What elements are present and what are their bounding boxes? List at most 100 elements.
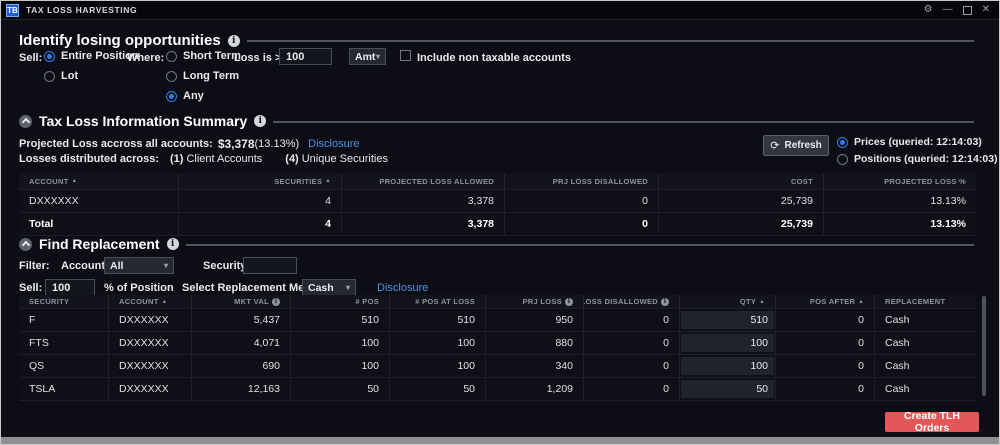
- col-header-security[interactable]: SECURITY: [19, 295, 109, 308]
- select-value: Cash: [308, 282, 334, 294]
- section-title: Identify losing opportunities: [19, 32, 221, 49]
- qty-input[interactable]: 50: [681, 380, 774, 398]
- security-input[interactable]: [243, 257, 297, 274]
- cell-prj-loss-disallowed: 0: [505, 213, 659, 235]
- cell-securities: 4: [179, 213, 342, 235]
- qty-input[interactable]: 510: [681, 311, 774, 329]
- cell-cost: 25,739: [659, 190, 824, 212]
- info-icon[interactable]: i: [167, 238, 179, 250]
- positions-queried-radio[interactable]: Positions (queried: 12:14:03): [837, 153, 998, 165]
- col-header-prj-loss-disallowed[interactable]: PRJ LOSS DISALLOWED i: [584, 295, 680, 308]
- prices-queried-radio[interactable]: Prices (queried: 12:14:03): [837, 136, 982, 148]
- col-header-account[interactable]: ACCOUNT ▲: [109, 295, 192, 308]
- section-divider: [247, 40, 974, 42]
- col-header-pos[interactable]: # POS: [291, 295, 390, 308]
- col-header-label: SECURITY: [29, 297, 69, 306]
- radio-label: Positions (queried: 12:14:03): [854, 153, 998, 165]
- col-header-label: PRJ LOSS: [523, 297, 563, 306]
- info-icon: i: [565, 298, 573, 306]
- radio-icon: [166, 51, 177, 62]
- info-icon[interactable]: i: [254, 115, 266, 127]
- sell-label: Sell:: [19, 52, 42, 64]
- chevron-down-icon: ▾: [376, 52, 380, 61]
- replacement-section-header: Find Replacement i: [19, 236, 974, 252]
- sell-pct-label: Sell:: [19, 282, 42, 294]
- where-label: Where:: [127, 52, 164, 64]
- window-controls: ⚙ — ✕: [924, 5, 994, 15]
- summary-table: ACCOUNT ▲ SECURITIES ▲ PROJECTED LOSS AL…: [19, 173, 976, 236]
- col-header-prj-loss-disallowed[interactable]: PRJ LOSS DISALLOWED: [505, 173, 659, 189]
- radio-label: Any: [183, 90, 204, 102]
- client-accounts-label: Client Accounts: [186, 153, 262, 165]
- cell-cost: 25,739: [659, 213, 824, 235]
- radio-icon: [44, 71, 55, 82]
- radio-icon: [837, 137, 848, 148]
- projected-loss-value: $3,378: [218, 137, 255, 151]
- window-bottom-edge: [1, 437, 999, 444]
- col-header-prj-loss[interactable]: PRJ LOSS i: [486, 295, 584, 308]
- table-row[interactable]: QS DXXXXXX 690 100 100 340 0 100 0 Cash: [19, 355, 976, 378]
- loss-threshold-input[interactable]: [279, 48, 332, 65]
- col-header-label: MKT VAL: [234, 297, 269, 306]
- table-row[interactable]: FTS DXXXXXX 4,071 100 100 880 0 100 0 Ca…: [19, 332, 976, 355]
- cell-total-label: Total: [19, 213, 179, 235]
- col-header-projected-loss-allowed[interactable]: PROJECTED LOSS ALLOWED: [342, 173, 505, 189]
- summary-section-header: Tax Loss Information Summary i: [19, 113, 974, 129]
- where-short-term-radio[interactable]: Short Term: [166, 50, 241, 62]
- sort-asc-icon: ▲: [858, 299, 864, 305]
- col-header-pos-at-loss[interactable]: # POS AT LOSS: [390, 295, 486, 308]
- table-scrollbar[interactable]: [982, 296, 986, 396]
- maximize-icon[interactable]: [963, 6, 972, 15]
- refresh-button[interactable]: ⟳ Refresh: [763, 135, 829, 156]
- replacement-method-select[interactable]: Cash ▾: [302, 279, 356, 296]
- cell-pos-after: 0: [776, 332, 875, 354]
- qty-cell[interactable]: 50: [680, 378, 776, 400]
- where-any-radio[interactable]: Any: [166, 90, 204, 102]
- minimize-icon[interactable]: —: [943, 5, 953, 15]
- col-header-label: QTY: [740, 297, 756, 306]
- sell-pct-input[interactable]: [45, 279, 95, 296]
- qty-input[interactable]: 100: [681, 334, 774, 352]
- disclosure-link[interactable]: Disclosure: [308, 138, 359, 150]
- col-header-label: POS AFTER: [810, 297, 855, 306]
- col-header-replacement[interactable]: REPLACEMENT: [875, 295, 976, 308]
- filter-label: Filter:: [19, 260, 50, 272]
- include-non-taxable-checkbox[interactable]: [400, 50, 411, 61]
- loss-unit-select[interactable]: Amt ▾: [349, 48, 386, 65]
- cell-pos-at-loss: 50: [390, 378, 486, 400]
- qty-cell[interactable]: 100: [680, 355, 776, 377]
- cell-pos: 100: [291, 355, 390, 377]
- info-icon[interactable]: i: [228, 35, 240, 47]
- cell-pos-at-loss: 510: [390, 309, 486, 331]
- settings-icon[interactable]: ⚙: [924, 5, 933, 15]
- table-row[interactable]: DXXXXXX 4 3,378 0 25,739 13.13%: [19, 190, 976, 213]
- collapse-icon[interactable]: [19, 115, 32, 128]
- col-header-mkt-val[interactable]: MKT VAL i: [192, 295, 291, 308]
- create-tlh-orders-button[interactable]: Create TLH Orders: [885, 412, 979, 432]
- col-header-label: # POS AT LOSS: [415, 297, 475, 306]
- where-long-term-radio[interactable]: Long Term: [166, 70, 239, 82]
- sort-asc-icon: ▲: [759, 299, 765, 305]
- col-header-qty[interactable]: QTY ▲: [680, 295, 776, 308]
- collapse-icon[interactable]: [19, 238, 32, 251]
- qty-cell[interactable]: 100: [680, 332, 776, 354]
- col-header-label: PRJ LOSS DISALLOWED: [584, 297, 658, 306]
- qty-input[interactable]: 100: [681, 357, 774, 375]
- table-row[interactable]: F DXXXXXX 5,437 510 510 950 0 510 0 Cash: [19, 309, 976, 332]
- col-header-label: REPLACEMENT: [885, 297, 945, 306]
- sell-lot-radio[interactable]: Lot: [44, 70, 78, 82]
- cell-mkt-val: 12,163: [192, 378, 291, 400]
- disclosure-link[interactable]: Disclosure: [377, 282, 428, 294]
- sort-asc-icon: ▲: [325, 178, 331, 184]
- qty-cell[interactable]: 510: [680, 309, 776, 331]
- sell-entire-position-radio[interactable]: Entire Position: [44, 50, 139, 62]
- col-header-securities[interactable]: SECURITIES ▲: [179, 173, 342, 189]
- col-header-account[interactable]: ACCOUNT ▲: [19, 173, 179, 189]
- cell-prj-loss-disallowed: 0: [584, 309, 680, 331]
- close-icon[interactable]: ✕: [982, 5, 990, 15]
- col-header-cost[interactable]: COST: [659, 173, 824, 189]
- col-header-pos-after[interactable]: POS AFTER ▲: [776, 295, 875, 308]
- table-row[interactable]: TSLA DXXXXXX 12,163 50 50 1,209 0 50 0 C…: [19, 378, 976, 401]
- col-header-projected-loss-pct[interactable]: PROJECTED LOSS %: [824, 173, 976, 189]
- accounts-select[interactable]: All ▾: [104, 257, 174, 274]
